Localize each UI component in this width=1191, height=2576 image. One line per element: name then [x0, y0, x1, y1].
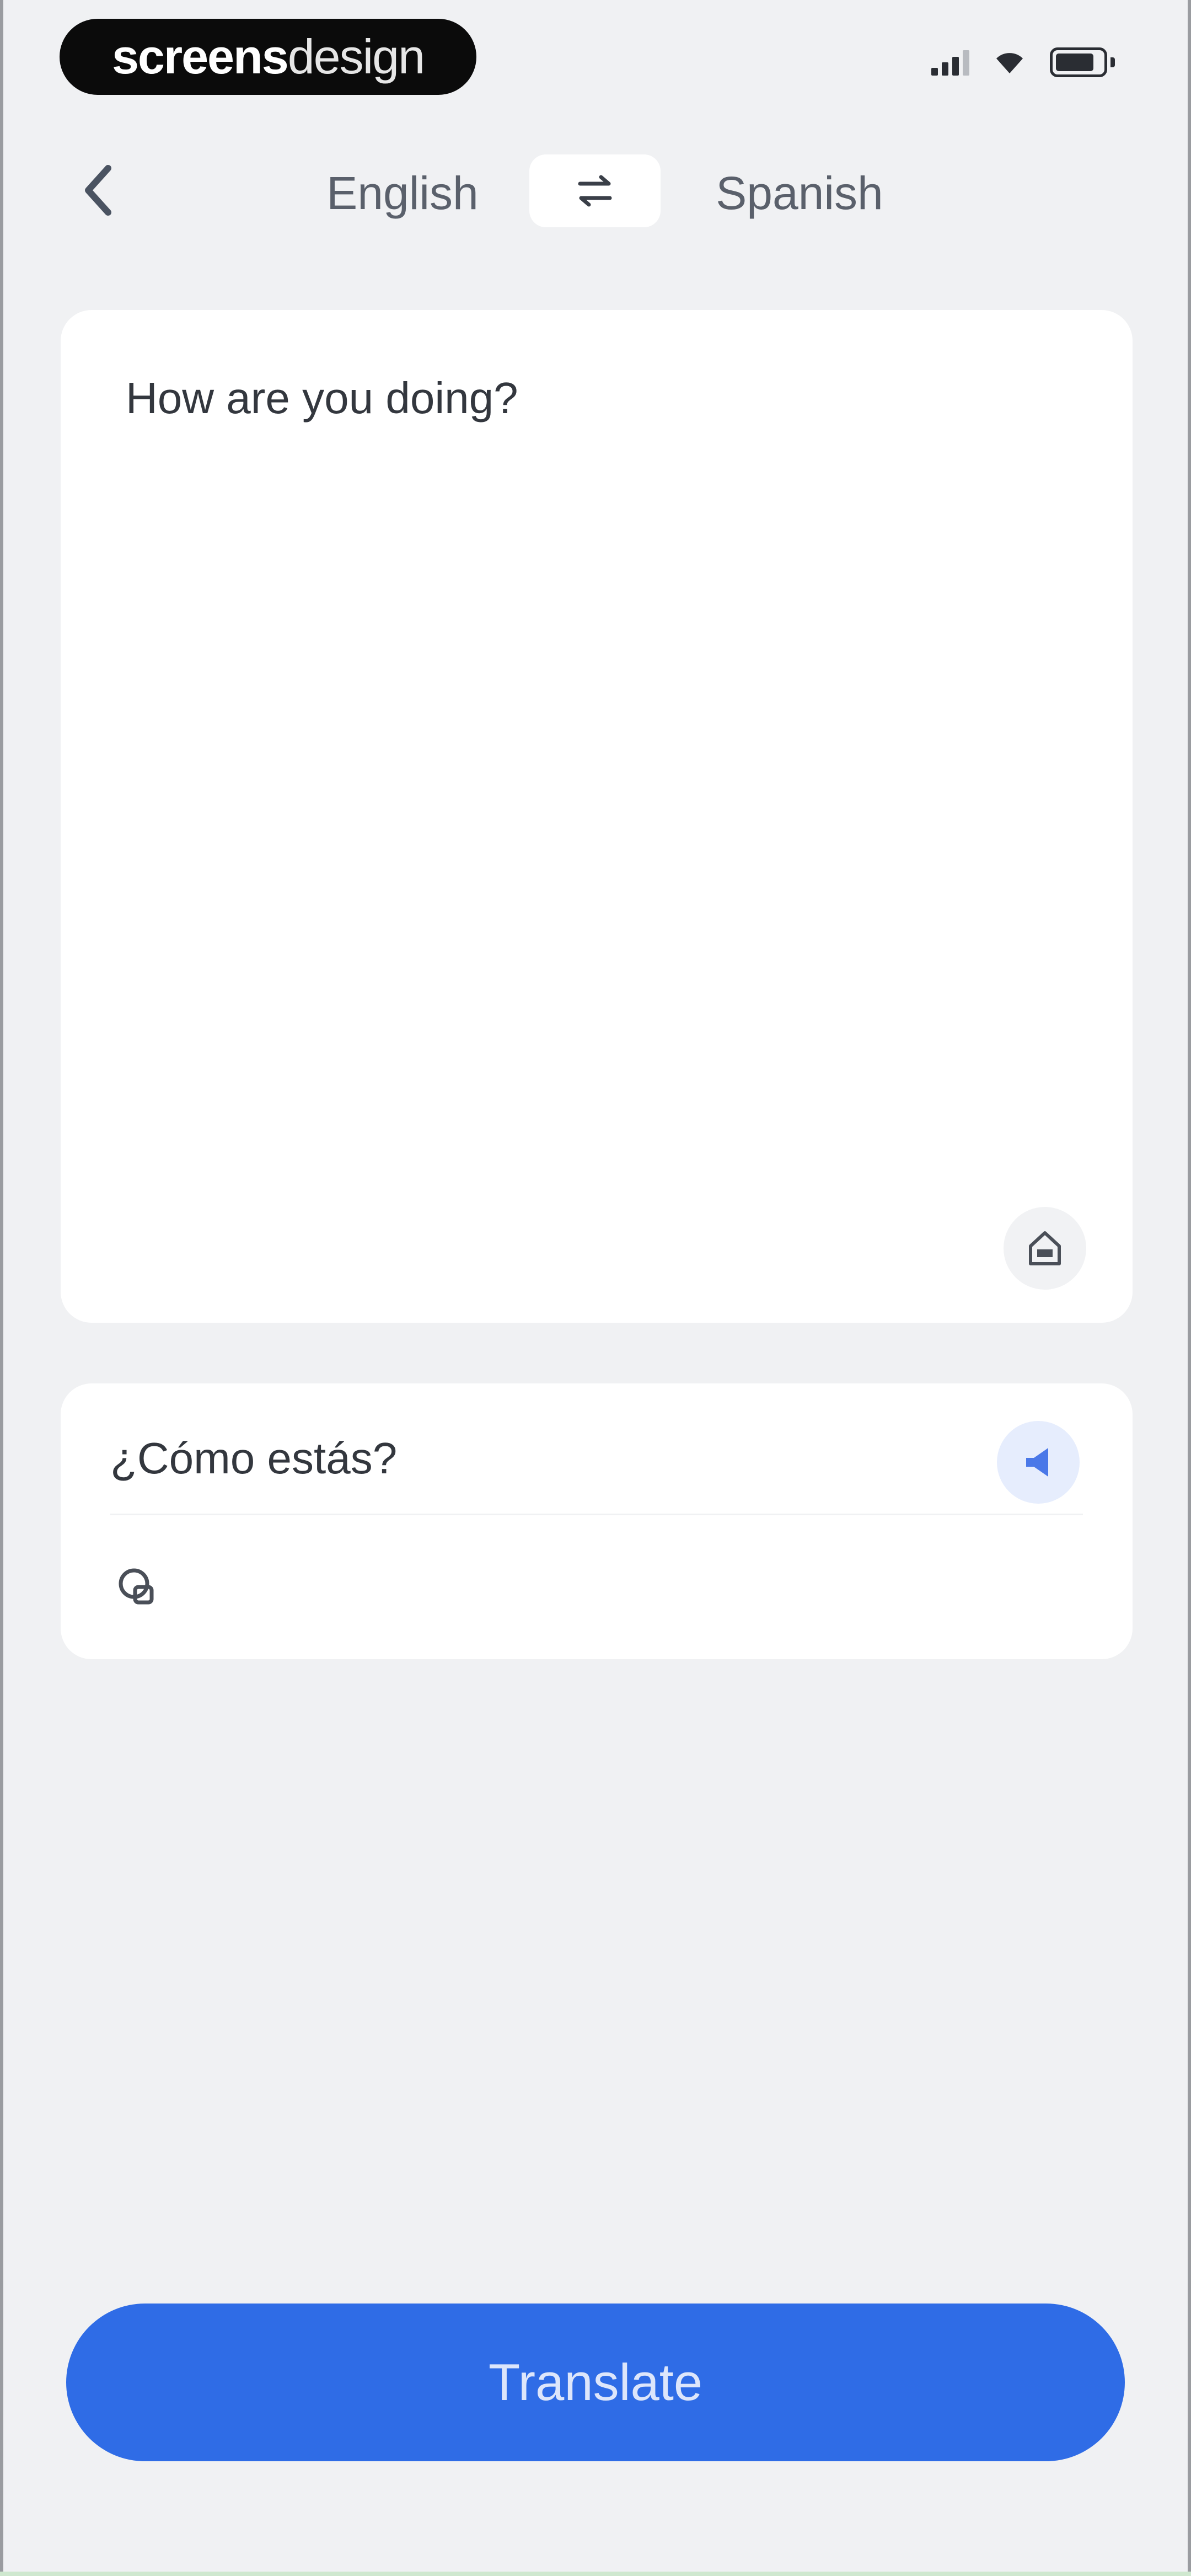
- source-text-card: How are you doing?: [61, 310, 1133, 1323]
- app-screen: screens design English Spanish How are y…: [0, 0, 1191, 2576]
- card-divider: [110, 1514, 1083, 1515]
- cellular-signal-icon: [931, 49, 969, 76]
- speaker-icon: [1026, 1448, 1048, 1477]
- swap-languages-button[interactable]: [529, 154, 661, 227]
- status-bar-icons: [931, 47, 1115, 77]
- device-edge-left: [0, 0, 3, 2576]
- source-language-selector[interactable]: English: [309, 165, 496, 221]
- play-translation-button[interactable]: [997, 1421, 1080, 1504]
- device-edge-right: [1188, 0, 1191, 2576]
- brand-text-light: design: [287, 29, 425, 84]
- battery-icon: [1050, 47, 1115, 77]
- translation-card: ¿Cómo estás?: [61, 1383, 1133, 1659]
- translated-text: ¿Cómo estás?: [110, 1434, 398, 1483]
- device-edge-bottom: [0, 2572, 1191, 2576]
- target-language-selector[interactable]: Spanish: [695, 165, 904, 221]
- home-outline-button[interactable]: [1004, 1207, 1086, 1290]
- swap-arrows-icon: [578, 175, 612, 207]
- copy-button[interactable]: [99, 1548, 176, 1625]
- source-text-input[interactable]: How are you doing?: [126, 371, 1063, 426]
- wifi-icon: [996, 53, 1023, 73]
- screensdesign-watermark: screens design: [60, 19, 476, 95]
- back-button[interactable]: [75, 160, 121, 221]
- chevron-left-icon: [85, 165, 111, 216]
- translate-button[interactable]: Translate: [66, 2304, 1125, 2461]
- home-outline-icon: [1029, 1231, 1061, 1265]
- brand-text-bold: screens: [111, 29, 289, 84]
- copy-icon: [119, 1568, 154, 1605]
